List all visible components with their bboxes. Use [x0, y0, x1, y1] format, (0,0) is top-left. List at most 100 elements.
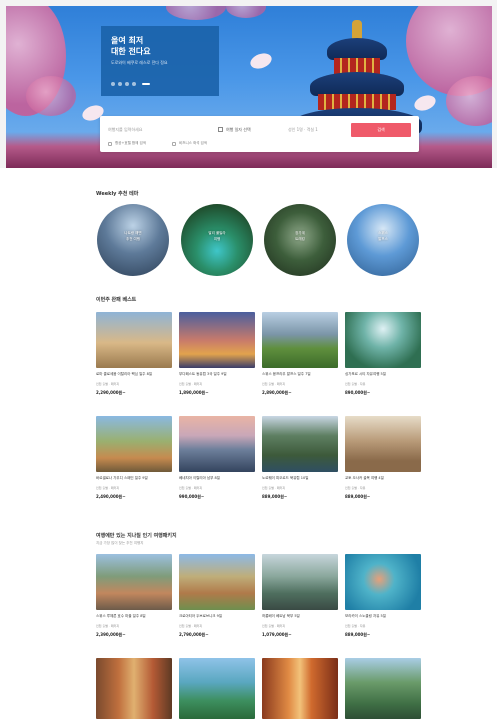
product-price: 2,790,000원~ — [179, 632, 209, 637]
product-title: 바르셀로나 가우디 스페인 일주 9일 — [96, 476, 148, 480]
product-image — [179, 416, 255, 472]
product-image — [179, 312, 255, 368]
promo-box[interactable]: 올여 최저 대한 전다요 도로와이 베쿠로 레스로 전다 정요 — [101, 26, 219, 96]
product-card[interactable]: 하롱베이 베트남 북부 5일 인천 출발 · 패키지 1,079,000원~ — [262, 554, 338, 638]
product-price: 889,000원~ — [345, 494, 371, 499]
option-flight-hotel[interactable]: 항공+호텔 함께 검색 — [108, 141, 146, 146]
product-meta: 인천 출발 · 자유 — [345, 624, 366, 628]
product-price: 889,000원~ — [345, 632, 371, 637]
product-card[interactable]: 바르셀로나 가우디 스페인 일주 9일 인천 출발 · 패키지 2,490,00… — [96, 416, 172, 500]
product-card[interactable]: 노르웨이 피오르드 북유럽 10일 인천 출발 · 패키지 889,000원~ — [262, 416, 338, 500]
product-card[interactable]: 베네치아 이탈리아 남부 8일 인천 출발 · 패키지 990,000원~ — [179, 416, 255, 500]
product-meta: 인천 출발 · 자유 — [345, 486, 366, 490]
popular-section-title: 여행에만 있는 지나칠 인기 여행패키지 — [96, 533, 177, 539]
product-price: 1,079,000원~ — [262, 632, 292, 637]
weekly-section-title: Weekly 추천 테마 — [96, 191, 139, 197]
theme-label: 나트랑 해변 추천 여행 — [124, 231, 142, 241]
search-button[interactable]: 검색 — [351, 123, 411, 137]
carousel-dot[interactable] — [125, 82, 129, 86]
product-card[interactable] — [345, 658, 421, 719]
cherry-blossom-decoration — [26, 76, 76, 116]
carousel-dot[interactable] — [111, 82, 115, 86]
product-image — [96, 416, 172, 472]
product-card[interactable]: 교토 오사카 골목 여행 4일 인천 출발 · 자유 889,000원~ — [345, 416, 421, 500]
product-price: 2,290,000원~ — [96, 390, 126, 395]
product-price: 990,000원~ — [179, 494, 205, 499]
carousel-active-bar[interactable] — [142, 83, 150, 85]
product-card[interactable]: 스위스 루체른 호수 마을 일주 8일 인천 출발 · 패키지 2,390,00… — [96, 554, 172, 638]
product-price: 2,890,000원~ — [262, 390, 292, 395]
product-image — [179, 554, 255, 610]
option-business[interactable]: 비즈니스 좌석 검색 — [172, 141, 207, 146]
date-picker[interactable]: 여행 일자 선택 — [218, 124, 288, 136]
theme-circle[interactable]: 장가계 트레킹 — [264, 204, 336, 276]
best-section-title: 이번주 완패 베스트 — [96, 297, 137, 303]
product-meta: 인천 출발 · 패키지 — [179, 624, 203, 628]
product-meta: 인천 출발 · 패키지 — [262, 382, 286, 386]
product-title: 노르웨이 피오르드 북유럽 10일 — [262, 476, 309, 480]
product-title: 싱가포르 시티 자유여행 5일 — [345, 372, 386, 376]
product-image — [96, 312, 172, 368]
theme-circle[interactable]: 나트랑 해변 추천 여행 — [97, 204, 169, 276]
product-meta: 인천 출발 · 패키지 — [262, 624, 286, 628]
product-title: 교토 오사카 골목 여행 4일 — [345, 476, 384, 480]
theme-circle[interactable]: 발리 풀빌라 여행 — [181, 204, 253, 276]
page: 올여 최저 대한 전다요 도로와이 베쿠로 레스로 전다 정요 여행지를 입력하… — [0, 0, 497, 719]
product-title: 부다페스트 동유럽 3국 일주 9일 — [179, 372, 227, 376]
product-meta: 인천 출발 · 패키지 — [96, 486, 120, 490]
product-card[interactable]: 부다페스트 동유럽 3국 일주 9일 인천 출발 · 패키지 1,890,000… — [179, 312, 255, 396]
product-image — [96, 658, 172, 719]
guests-select[interactable]: 성인 1명 · 객실 1 — [288, 124, 348, 136]
promo-subtitle: 도로와이 베쿠로 레스로 전다 정요 — [111, 60, 168, 65]
product-image — [345, 416, 421, 472]
promo-title: 올여 최저 대한 전다요 — [111, 36, 151, 56]
theme-label: 스위스 알프스 — [378, 231, 388, 241]
product-title: 하롱베이 베트남 북부 5일 — [262, 614, 300, 618]
product-card[interactable] — [262, 658, 338, 719]
product-title: 스위스 루체른 호수 마을 일주 8일 — [96, 614, 146, 618]
theme-label: 장가계 트레킹 — [295, 231, 305, 241]
product-meta: 인천 출발 · 패키지 — [179, 486, 203, 490]
checkbox[interactable] — [172, 141, 176, 146]
product-image — [262, 416, 338, 472]
product-price: 890,000원~ — [345, 390, 371, 395]
product-title: 크로아티아 두브로브니크 9일 — [179, 614, 223, 618]
product-card[interactable]: 보라카이 스노클링 자유 5일 인천 출발 · 자유 889,000원~ — [345, 554, 421, 638]
product-image — [262, 554, 338, 610]
product-meta: 인천 출발 · 자유 — [345, 382, 366, 386]
product-price: 1,890,000원~ — [179, 390, 209, 395]
product-price: 2,390,000원~ — [96, 632, 126, 637]
destination-input[interactable]: 여행지를 입력하세요 — [108, 124, 218, 136]
option-label: 항공+호텔 함께 검색 — [115, 141, 146, 145]
product-card[interactable]: 로마 콜로세움 이탈리아 핵심 일주 8일 인천 출발 · 패키지 2,290,… — [96, 312, 172, 396]
product-card[interactable]: 크로아티아 두브로브니크 9일 인천 출발 · 패키지 2,790,000원~ — [179, 554, 255, 638]
carousel-indicator[interactable] — [111, 82, 150, 86]
date-value: 여행 일자 선택 — [226, 127, 251, 132]
product-meta: 인천 출발 · 패키지 — [262, 486, 286, 490]
paper-lantern-decoration — [248, 50, 274, 72]
product-image — [262, 658, 338, 719]
theme-circle[interactable]: 스위스 알프스 — [347, 204, 419, 276]
product-price: 889,000원~ — [262, 494, 288, 499]
product-image — [345, 554, 421, 610]
product-title: 로마 콜로세움 이탈리아 핵심 일주 8일 — [96, 372, 153, 376]
product-card[interactable] — [179, 658, 255, 719]
product-image — [262, 312, 338, 368]
popular-section-subtitle: 지금 가장 많이 찾는 추천 여행지 — [96, 541, 144, 545]
product-card[interactable] — [96, 658, 172, 719]
calendar-icon — [218, 127, 223, 132]
option-label: 비즈니스 좌석 검색 — [179, 141, 207, 145]
theme-label: 발리 풀빌라 여행 — [208, 231, 226, 241]
product-card[interactable]: 싱가포르 시티 자유여행 5일 인천 출발 · 자유 890,000원~ — [345, 312, 421, 396]
product-meta: 인천 출발 · 패키지 — [96, 624, 120, 628]
product-meta: 인천 출발 · 패키지 — [96, 382, 120, 386]
product-image — [345, 658, 421, 719]
carousel-dot[interactable] — [132, 82, 136, 86]
product-card[interactable]: 스위스 융프라우 알프스 일주 7일 인천 출발 · 패키지 2,890,000… — [262, 312, 338, 396]
product-price: 2,490,000원~ — [96, 494, 126, 499]
carousel-dot[interactable] — [118, 82, 122, 86]
product-title: 베네치아 이탈리아 남부 8일 — [179, 476, 220, 480]
cherry-blossom-decoration — [226, 6, 266, 18]
checkbox[interactable] — [108, 141, 112, 146]
product-image — [96, 554, 172, 610]
